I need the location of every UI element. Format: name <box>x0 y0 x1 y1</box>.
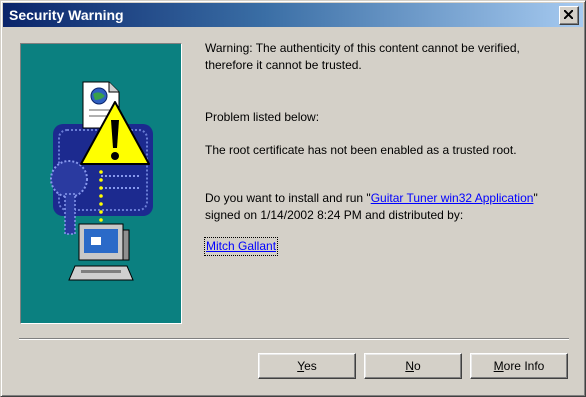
question-prefix: Do you want to install and run " <box>205 191 371 205</box>
yes-button[interactable]: Yes <box>258 353 356 379</box>
separator <box>19 338 569 340</box>
security-illustration <box>20 43 182 324</box>
close-icon <box>564 10 573 19</box>
publisher-link[interactable]: Mitch Gallant <box>206 239 276 253</box>
warning-message: Warning: The authenticity of this conten… <box>205 40 520 74</box>
question-suffix: " <box>533 191 538 205</box>
more-info-button[interactable]: More Info <box>470 353 568 379</box>
security-warning-dialog: Security Warning Warning: The authentici… <box>0 0 586 397</box>
computer-icon <box>68 223 134 281</box>
signed-line: signed on 1/14/2002 8:24 PM and distribu… <box>205 208 464 222</box>
problem-text: The root certificate has not been enable… <box>205 143 517 157</box>
warning-line-2: therefore it cannot be trusted. <box>205 58 362 72</box>
install-question-line-1: Do you want to install and run "Guitar T… <box>205 190 538 207</box>
close-button[interactable] <box>559 6 579 25</box>
install-question: Do you want to install and run "Guitar T… <box>205 190 538 224</box>
warning-line-1: Warning: The authenticity of this conten… <box>205 41 520 55</box>
security-illustration-graphic <box>50 81 153 281</box>
problem-heading: Problem listed below: <box>205 110 320 124</box>
application-link[interactable]: Guitar Tuner win32 Application <box>371 191 534 205</box>
window-title: Security Warning <box>9 7 124 23</box>
no-button[interactable]: No <box>364 353 462 379</box>
title-bar[interactable]: Security Warning <box>3 3 583 27</box>
publisher-focus: Mitch Gallant <box>204 237 279 256</box>
